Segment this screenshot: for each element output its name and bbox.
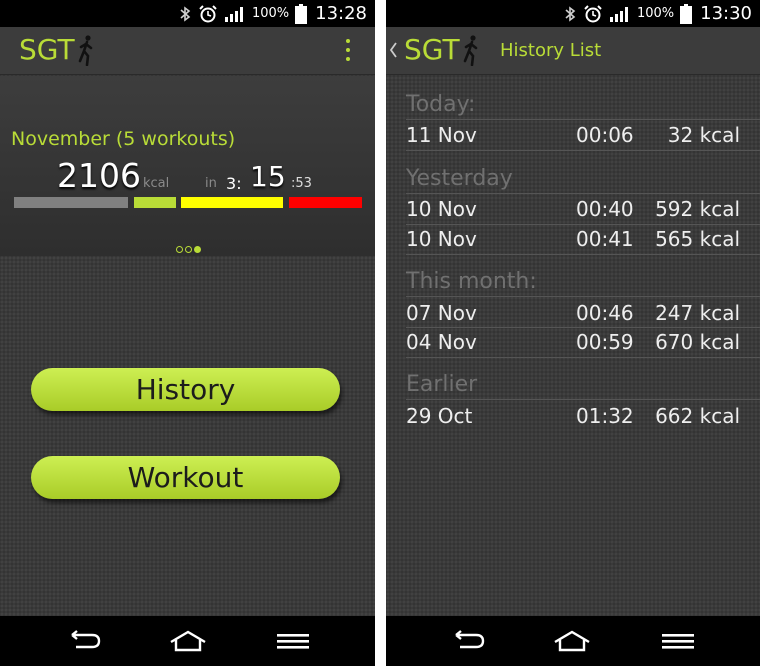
page-dot	[185, 246, 192, 253]
row-date: 07 Nov	[406, 301, 477, 325]
signal-icon	[224, 6, 243, 22]
in-label: in	[205, 176, 217, 191]
history-row[interactable]: 04 Nov 00:59 670 kcal	[406, 327, 760, 357]
runner-icon	[463, 34, 477, 66]
section-header-yesterday: Yesterday	[406, 166, 513, 191]
history-button[interactable]: History	[31, 368, 340, 411]
row-kcal: 592 kcal	[655, 197, 740, 221]
workout-button[interactable]: Workout	[31, 456, 340, 499]
row-duration: 00:46	[576, 301, 634, 325]
duration-minutes: 15	[250, 160, 286, 193]
battery-icon	[295, 3, 308, 24]
status-bar: 100% 13:28	[0, 0, 375, 27]
history-row[interactable]: 11 Nov 00:06 32 kcal	[406, 120, 760, 150]
page-dot	[176, 246, 183, 253]
row-kcal: 565 kcal	[655, 227, 740, 251]
month-label: November (5 workouts)	[11, 128, 236, 150]
duration-seconds: :53	[291, 176, 312, 191]
back-chevron-icon[interactable]	[389, 41, 397, 59]
divider	[406, 357, 760, 358]
row-duration: 00:59	[576, 330, 634, 354]
row-duration: 01:32	[576, 404, 634, 428]
divider	[406, 296, 760, 297]
signal-icon	[609, 6, 628, 22]
row-duration: 00:40	[576, 197, 634, 221]
row-date: 04 Nov	[406, 330, 477, 354]
alarm-icon	[199, 4, 217, 22]
action-bar[interactable]: SGT History List	[386, 27, 760, 75]
home-nav-icon[interactable]	[168, 630, 208, 652]
history-row[interactable]: 10 Nov 00:40 592 kcal	[406, 194, 760, 224]
home-nav-icon[interactable]	[552, 630, 592, 652]
bluetooth-icon	[180, 5, 191, 22]
screen-title: History List	[500, 40, 602, 61]
divider	[406, 150, 760, 151]
runner-icon	[78, 34, 92, 66]
row-date: 11 Nov	[406, 123, 477, 147]
row-kcal: 247 kcal	[655, 301, 740, 325]
row-date: 10 Nov	[406, 197, 477, 221]
history-row[interactable]: 29 Oct 01:32 662 kcal	[406, 401, 760, 431]
intensity-bar-yellow	[181, 197, 283, 208]
menu-nav-icon[interactable]	[658, 630, 698, 652]
divider	[406, 254, 760, 255]
back-nav-icon[interactable]	[64, 630, 104, 652]
bluetooth-icon	[565, 5, 576, 22]
row-date: 10 Nov	[406, 227, 477, 251]
row-kcal: 662 kcal	[655, 404, 740, 428]
section-header-this-month: This month:	[406, 269, 537, 294]
battery-percent: 100%	[251, 6, 290, 21]
row-duration: 00:06	[576, 123, 634, 147]
divider	[406, 399, 760, 400]
page-dot-active	[194, 246, 201, 253]
row-kcal: 670 kcal	[655, 330, 740, 354]
app-logo: SGT	[404, 33, 480, 66]
intensity-bar-gray	[14, 197, 128, 208]
clock: 13:28	[315, 3, 367, 24]
logo-text: SGT	[19, 33, 75, 66]
history-row[interactable]: 07 Nov 00:46 247 kcal	[406, 298, 760, 328]
menu-nav-icon[interactable]	[273, 630, 313, 652]
alarm-icon	[584, 4, 602, 22]
clock: 13:30	[700, 3, 752, 24]
month-summary-panel[interactable]: November (5 workouts) 2106 kcal in 3: 15…	[0, 76, 375, 256]
history-row[interactable]: 10 Nov 00:41 565 kcal	[406, 224, 760, 254]
intensity-bar-green	[134, 197, 176, 208]
back-nav-icon[interactable]	[448, 630, 488, 652]
section-header-earlier: Earlier	[406, 372, 478, 397]
row-date: 29 Oct	[406, 404, 473, 428]
page-indicator	[176, 246, 201, 253]
action-bar: SGT	[0, 27, 375, 75]
kcal-unit: kcal	[143, 176, 170, 191]
navigation-bar	[0, 616, 375, 666]
app-logo: SGT	[19, 33, 95, 66]
intensity-bar-red	[289, 197, 362, 208]
history-screen: 100% 13:30 SGT History List Today: 11 No…	[386, 0, 760, 666]
battery-icon	[680, 3, 693, 24]
logo-text: SGT	[404, 33, 460, 66]
overflow-menu-icon[interactable]	[345, 39, 351, 65]
status-bar: 100% 13:30	[386, 0, 760, 27]
row-duration: 00:41	[576, 227, 634, 251]
row-kcal: 32 kcal	[667, 123, 740, 147]
section-header-today: Today:	[406, 92, 476, 117]
total-kcal: 2106	[57, 156, 141, 195]
battery-percent: 100%	[636, 6, 675, 21]
main-screen: 100% 13:28 SGT November (5 workouts) 210…	[0, 0, 375, 666]
navigation-bar	[386, 616, 760, 666]
duration-hours: 3:	[226, 174, 242, 193]
